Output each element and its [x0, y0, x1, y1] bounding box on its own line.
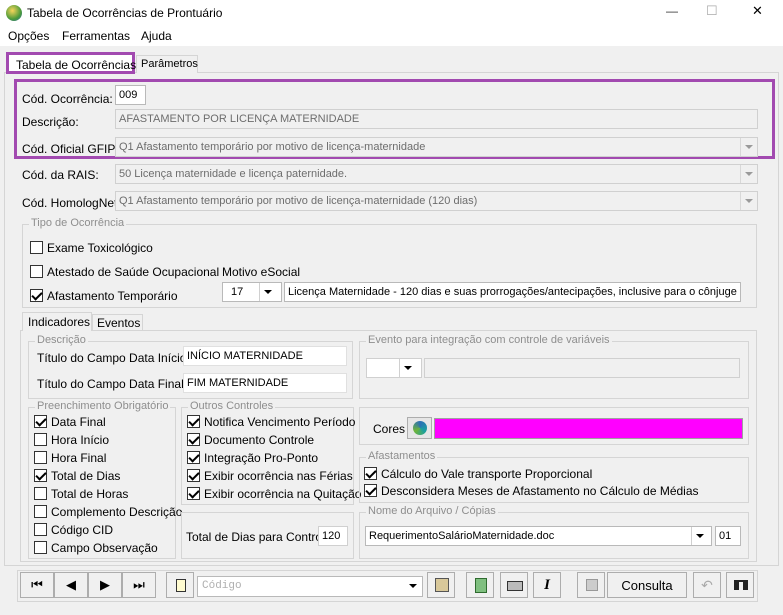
- records-icon: [435, 578, 449, 592]
- exame-toxicologico-checkbox[interactable]: Exame Toxicológico: [30, 241, 153, 257]
- afastamento-temporario-checkbox[interactable]: Afastamento Temporário: [30, 289, 178, 305]
- prev-record-button[interactable]: ◀: [54, 572, 88, 598]
- total-dias-checkbox[interactable]: Total de Dias: [34, 469, 120, 485]
- tab-parametros[interactable]: Parâmetros: [136, 55, 198, 73]
- motivo-code-input[interactable]: 17: [222, 282, 282, 302]
- close-button[interactable]: ✕: [752, 3, 763, 19]
- vale-transporte-checkbox[interactable]: Cálculo do Vale transporte Proporcional: [364, 467, 592, 483]
- homolog-select[interactable]: Q1 Afastamento temporário por motivo de …: [115, 191, 758, 211]
- consulta-button[interactable]: Consulta: [607, 572, 687, 598]
- italic-icon: I: [544, 576, 550, 593]
- hora-final-checkbox[interactable]: Hora Final: [34, 451, 106, 467]
- search-records-button[interactable]: [427, 572, 455, 598]
- binoculars-button[interactable]: [726, 572, 754, 598]
- data-inicio-label: Título do Campo Data Início:: [37, 351, 190, 365]
- chevron-down-icon[interactable]: [259, 283, 281, 301]
- printer-icon: [507, 581, 523, 591]
- minimize-button[interactable]: —: [666, 4, 678, 18]
- rais-select[interactable]: 50 Licença maternidade e licença paterni…: [115, 164, 758, 184]
- data-final-checkbox[interactable]: Data Final: [34, 415, 106, 431]
- arquivo-select[interactable]: RequerimentoSalárioMaternidade.doc: [365, 526, 712, 546]
- chevron-down-icon[interactable]: [399, 359, 421, 377]
- new-document-icon: [176, 579, 186, 592]
- cod-ocorrencia-label: Cód. Ocorrência:: [22, 92, 113, 106]
- chevron-down-icon: [691, 527, 711, 545]
- evento-desc-field: [424, 358, 740, 378]
- chevron-down-icon: [740, 138, 757, 156]
- desconsidera-meses-checkbox[interactable]: Desconsidera Meses de Afastamento no Cál…: [364, 484, 699, 500]
- first-record-button[interactable]: ⏮: [20, 572, 54, 598]
- binoculars-icon: [734, 580, 748, 590]
- motivo-esocial-label: Motivo eSocial: [222, 265, 301, 279]
- undo-button[interactable]: ↶: [693, 572, 721, 598]
- prev-icon: ◀: [66, 577, 76, 592]
- exibir-quitacao-checkbox[interactable]: Exibir ocorrência na Quitação: [187, 487, 361, 503]
- atestado-checkbox[interactable]: Atestado de Saúde Ocupacional: [30, 265, 219, 281]
- trash-icon: [475, 578, 487, 593]
- last-record-button[interactable]: ⏭: [122, 572, 156, 598]
- print-button[interactable]: [500, 572, 528, 598]
- save-icon: [586, 579, 598, 591]
- next-record-button[interactable]: ▶: [88, 572, 122, 598]
- title-bar: Tabela de Ocorrências de Prontuário — ☐ …: [0, 0, 783, 26]
- motivo-desc-field: Licença Maternidade - 120 dias e suas pr…: [284, 282, 741, 302]
- maximize-button[interactable]: ☐: [706, 3, 718, 19]
- tab-indicadores[interactable]: Indicadores: [22, 312, 92, 331]
- codigo-cid-checkbox[interactable]: Código CID: [34, 523, 113, 539]
- homolog-label: Cód. HomologNet:: [22, 196, 121, 210]
- descricao-input[interactable]: AFASTAMENTO POR LICENÇA MATERNIDADE: [115, 109, 758, 129]
- rais-label: Cód. da RAIS:: [22, 168, 99, 182]
- chevron-down-icon: [740, 192, 757, 210]
- gfip-select[interactable]: Q1 Afastamento temporário por motivo de …: [115, 137, 758, 157]
- copias-input[interactable]: 01: [715, 526, 741, 546]
- integracao-proponto-checkbox[interactable]: Integração Pro-Ponto: [187, 451, 318, 467]
- data-final-label: Título do Campo Data Final:: [37, 377, 188, 391]
- menu-bar: Opções Ferramentas Ajuda: [0, 26, 783, 46]
- chevron-down-icon: [740, 165, 757, 183]
- color-swatch[interactable]: [434, 418, 743, 439]
- codigo-select[interactable]: Código: [197, 576, 423, 597]
- new-document-button[interactable]: [166, 572, 194, 598]
- undo-icon: ↶: [701, 576, 713, 593]
- total-dias-controle-input[interactable]: 120: [318, 526, 348, 546]
- exibir-ferias-checkbox[interactable]: Exibir ocorrência nas Férias: [187, 469, 353, 485]
- cores-label: Cores: [373, 422, 406, 436]
- total-dias-controle-label: Total de Dias para Controle:: [186, 530, 335, 544]
- campo-observacao-checkbox[interactable]: Campo Observação: [34, 541, 158, 557]
- tab-tabela-ocorrencias[interactable]: Tabela de Ocorrências: [6, 52, 136, 74]
- save-button[interactable]: [577, 572, 605, 598]
- italic-button[interactable]: I: [533, 572, 561, 598]
- next-icon: ▶: [100, 577, 110, 592]
- tab-eventos[interactable]: Eventos: [92, 314, 143, 331]
- gfip-label: Cód. Oficial GFIP:: [22, 142, 119, 156]
- menu-ferramentas[interactable]: Ferramentas: [62, 29, 130, 43]
- hora-inicio-checkbox[interactable]: Hora Início: [34, 433, 109, 449]
- menu-opcoes[interactable]: Opções: [8, 29, 49, 43]
- chevron-down-icon: [405, 577, 422, 596]
- recycle-button[interactable]: [466, 572, 494, 598]
- evento-code-input[interactable]: [366, 358, 422, 378]
- palette-button[interactable]: [407, 417, 432, 439]
- cod-ocorrencia-input[interactable]: 009: [115, 85, 146, 105]
- complemento-descricao-checkbox[interactable]: Complemento Descrição: [34, 505, 182, 521]
- data-inicio-input[interactable]: INÍCIO MATERNIDADE: [183, 346, 347, 366]
- documento-controle-checkbox[interactable]: Documento Controle: [187, 433, 314, 449]
- total-horas-checkbox[interactable]: Total de Horas: [34, 487, 128, 503]
- data-final-input[interactable]: FIM MATERNIDADE: [183, 373, 347, 393]
- notifica-vencimento-checkbox[interactable]: Notifica Vencimento Período: [187, 415, 355, 431]
- last-icon: ⏭: [133, 577, 145, 592]
- app-icon: [6, 5, 22, 21]
- menu-ajuda[interactable]: Ajuda: [141, 29, 172, 43]
- window-title: Tabela de Ocorrências de Prontuário: [27, 6, 223, 20]
- first-icon: ⏮: [31, 577, 43, 592]
- descricao-label: Descrição:: [22, 115, 79, 129]
- palette-icon: [413, 421, 427, 435]
- codigo-placeholder: Código: [202, 580, 242, 592]
